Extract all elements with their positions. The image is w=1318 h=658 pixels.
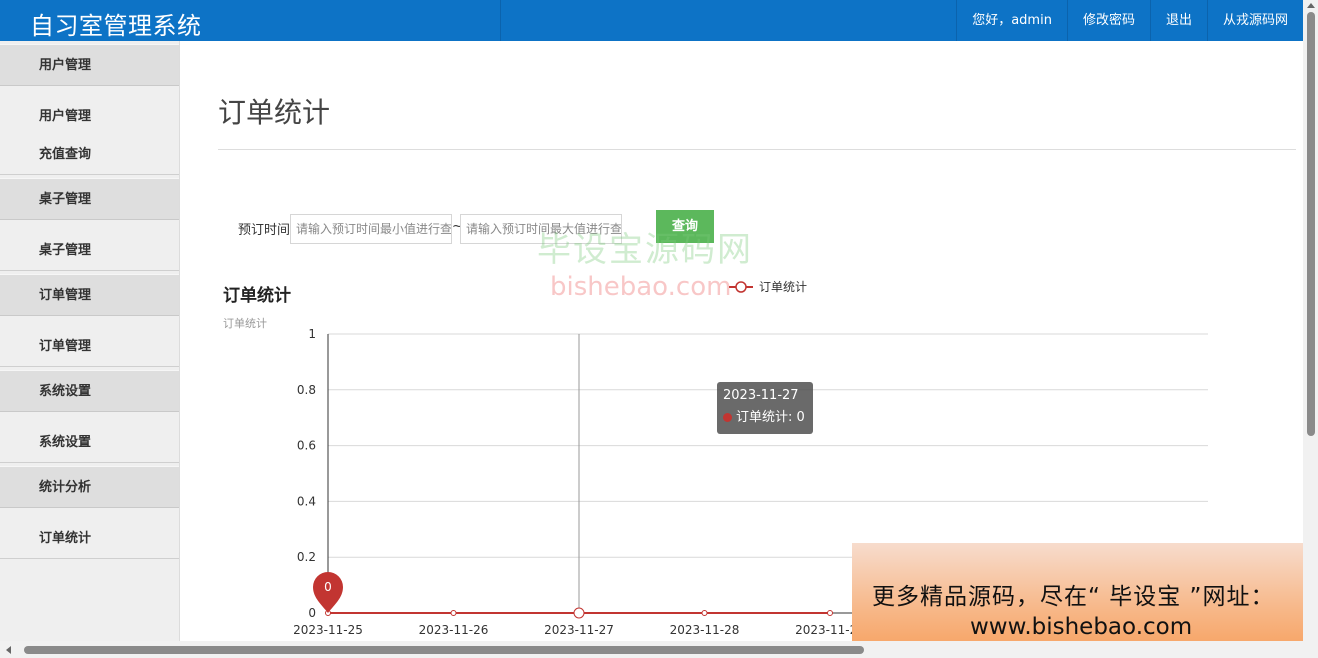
sidebar-divider <box>0 558 179 559</box>
chart-tooltip: 2023-11-27 订单统计: 0 <box>717 382 813 434</box>
tooltip-date: 2023-11-27 <box>723 388 799 403</box>
chart-title: 订单统计 <box>223 286 291 306</box>
sidebar-item-recharge-query[interactable]: 充值查询 <box>39 143 91 162</box>
greeting-link[interactable]: 您好，admin <box>956 0 1067 41</box>
y-tick-label: 1 <box>308 327 316 341</box>
top-nav: 您好，admin 修改密码 退出 从戎源码网 <box>956 0 1303 41</box>
search-label: 预订时间 <box>238 223 291 238</box>
data-point <box>325 610 331 616</box>
top-bar: 自习室管理系统 您好，admin 修改密码 退出 从戎源码网 <box>0 0 1303 41</box>
y-tick-label: 0.2 <box>297 550 316 564</box>
scroll-up-icon[interactable] <box>1307 3 1315 8</box>
change-password-link[interactable]: 修改密码 <box>1066 0 1150 41</box>
legend-label: 订单统计 <box>759 280 807 294</box>
x-tick-label: 2023-11-27 <box>544 623 614 637</box>
y-tick-label: 0.6 <box>297 439 316 453</box>
x-tick-label: 2023-11-28 <box>670 623 740 637</box>
sidebar-group-desk[interactable]: 桌子管理 <box>0 178 179 220</box>
sidebar-item-desk-management[interactable]: 桌子管理 <box>39 239 91 258</box>
logout-link[interactable]: 退出 <box>1149 0 1207 41</box>
sidebar-group-user[interactable]: 用户管理 <box>0 44 179 86</box>
legend-marker-icon <box>735 281 747 293</box>
watermark-en: bishebao.com <box>550 272 732 302</box>
chart-y-axis-name: 订单统计 <box>223 317 267 330</box>
horizontal-scroll-thumb[interactable] <box>24 646 864 654</box>
sidebar-group-order[interactable]: 订单管理 <box>0 274 179 316</box>
vertical-scroll-thumb[interactable] <box>1307 12 1315 436</box>
page-title: 订单统计 <box>218 96 331 129</box>
max-marker-pin <box>313 572 343 613</box>
scroll-left-icon[interactable] <box>6 646 11 654</box>
data-point <box>827 610 833 616</box>
vertical-scrollbar[interactable] <box>1303 0 1318 641</box>
sidebar-divider <box>0 462 179 463</box>
data-point <box>450 610 457 616</box>
watermark-cn: 毕设宝源码网 <box>537 230 753 270</box>
sidebar-item-order-management[interactable]: 订单管理 <box>39 335 91 354</box>
data-point <box>573 607 585 619</box>
sidebar-item-system-settings[interactable]: 系统设置 <box>39 431 91 450</box>
sidebar-divider <box>0 366 179 367</box>
x-tick-label: 2023-11-25 <box>293 623 363 637</box>
source-site-link[interactable]: 从戎源码网 <box>1206 0 1303 41</box>
tooltip-series-dot <box>723 413 732 422</box>
top-bar-divider <box>500 0 501 41</box>
sidebar-divider <box>0 174 179 175</box>
max-marker-label: 0 <box>324 580 332 594</box>
sidebar-item-order-statistics[interactable]: 订单统计 <box>39 527 91 546</box>
sidebar-group-system[interactable]: 系统设置 <box>0 370 179 412</box>
min-date-input[interactable] <box>290 214 452 244</box>
sidebar: 用户管理 用户管理 充值查询 桌子管理 桌子管理 订单管理 订单管理 系统设置 … <box>0 41 180 641</box>
ad-line-2: www.bishebao.com <box>970 614 1193 640</box>
sidebar-item-user-management[interactable]: 用户管理 <box>39 105 91 124</box>
app-title: 自习室管理系统 <box>30 12 202 40</box>
sidebar-group-statistics[interactable]: 统计分析 <box>0 466 179 508</box>
horizontal-scrollbar[interactable] <box>0 641 1318 658</box>
y-tick-label: 0.4 <box>297 494 316 508</box>
title-divider <box>218 149 1296 150</box>
y-tick-label: 0.8 <box>297 383 316 397</box>
ad-line-1: 更多精品源码，尽在“ 毕设宝 ”网址： <box>872 584 1275 610</box>
tooltip-value: 订单统计: 0 <box>736 410 805 425</box>
data-point <box>701 610 708 616</box>
x-tick-label: 2023-11-26 <box>419 623 489 637</box>
y-tick-label: 0 <box>308 606 316 620</box>
sidebar-divider <box>0 270 179 271</box>
